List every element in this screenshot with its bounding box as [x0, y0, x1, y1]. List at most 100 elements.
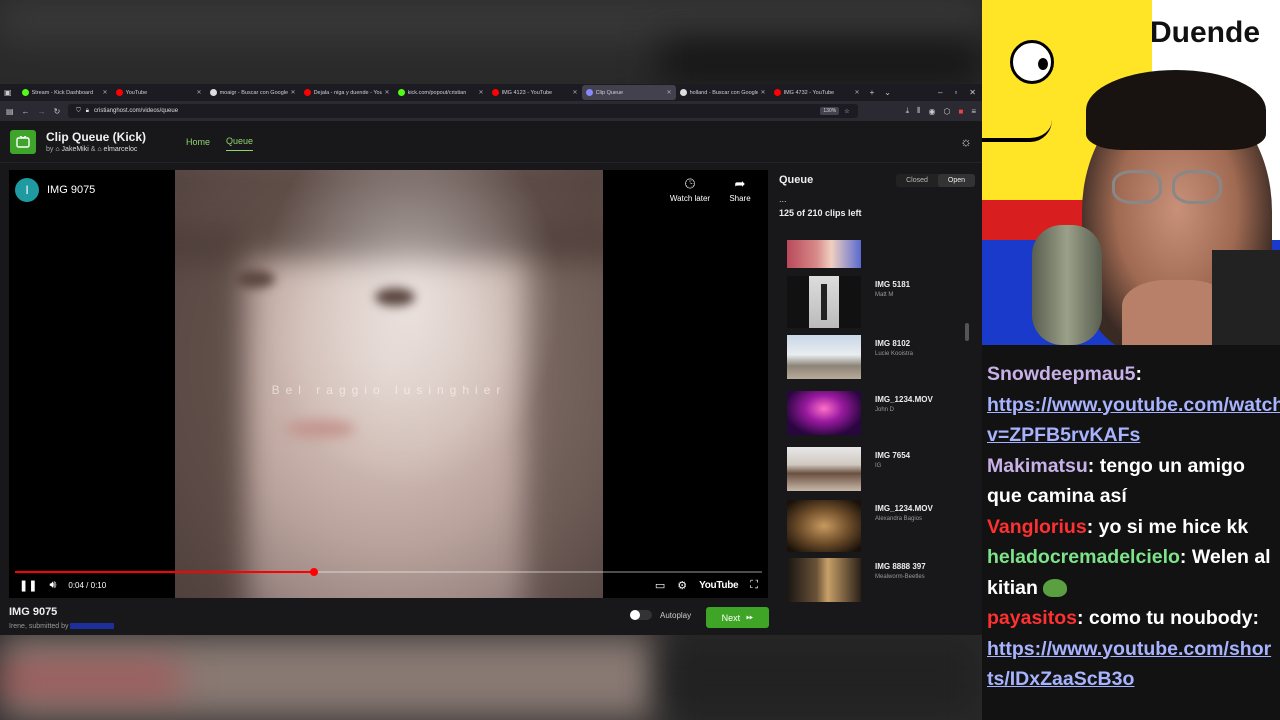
close-tab-icon[interactable]: ✕: [761, 89, 766, 96]
maximize-icon[interactable]: ▫: [954, 88, 957, 97]
download-icon[interactable]: ⤓: [906, 106, 910, 116]
new-tab-icon[interactable]: +: [870, 88, 875, 97]
shield-icon[interactable]: ⛉: [76, 108, 81, 115]
list-item[interactable]: IMG 8888 397 Mealworm-Beetles: [787, 558, 926, 602]
channel-avatar[interactable]: I: [15, 178, 39, 202]
nav-home[interactable]: Home: [186, 133, 210, 151]
list-item[interactable]: IMG 7654 IG: [787, 447, 910, 491]
chat-link[interactable]: https://www.youtube.com/shorts/IDxZaaScB…: [987, 638, 1271, 691]
close-tab-icon[interactable]: ✕: [385, 89, 390, 96]
favicon-icon: [585, 89, 593, 96]
gear-icon[interactable]: ⚙: [677, 579, 687, 592]
minimize-icon[interactable]: –: [938, 88, 942, 97]
clip-thumbnail[interactable]: [787, 335, 861, 379]
close-window-icon[interactable]: ✕: [969, 88, 976, 97]
progress-scrubber[interactable]: [309, 568, 318, 576]
close-tab-icon[interactable]: ✕: [197, 89, 202, 96]
browser-tab[interactable]: kick.com/popout/cristian ✕: [394, 85, 488, 100]
list-item[interactable]: IMG_1234.MOV Alexandra Bagios: [787, 500, 933, 552]
clip-thumbnail[interactable]: [787, 447, 861, 491]
forward-icon[interactable]: →: [38, 107, 46, 116]
fast-forward-icon: ⏩︎: [746, 612, 754, 622]
queue-panel: Queue Closed Open ... 125 of 210 clips l…: [779, 170, 975, 610]
browser-tab[interactable]: Stream - Kick Dashboard ✕: [18, 85, 112, 100]
browser-tab[interactable]: YouTube ✕: [112, 85, 206, 100]
video-player[interactable]: Bel raggio lusinghier I IMG 9075 🕒︎ Watc…: [9, 170, 768, 598]
chat-message: payasitos: como tu noubody: https://www.…: [987, 607, 1272, 691]
progress-bar[interactable]: [15, 568, 762, 576]
close-tab-icon[interactable]: ✕: [667, 89, 672, 96]
bookmark-star-icon[interactable]: ☆: [844, 108, 849, 115]
next-button[interactable]: Next ⏩︎: [706, 607, 769, 628]
youtube-logo[interactable]: YouTube: [699, 580, 739, 591]
browser-tab[interactable]: Dejala - niga y duende - YouTube✕: [300, 85, 394, 100]
close-tab-icon[interactable]: ✕: [479, 89, 484, 96]
fullscreen-icon[interactable]: ⛶: [750, 579, 758, 592]
channel-info[interactable]: I IMG 9075: [15, 178, 95, 202]
clip-thumbnail[interactable]: [787, 500, 861, 552]
browser-tab[interactable]: moaigr - Buscar con Google ✕: [206, 85, 300, 100]
autoplay-toggle[interactable]: [630, 610, 652, 620]
close-tab-icon[interactable]: ✕: [573, 89, 578, 96]
webcam-overlay: Duende: [982, 0, 1280, 345]
chevron-down-icon[interactable]: ⌄: [884, 88, 891, 97]
author-link[interactable]: ⌂ JakeMiki: [55, 146, 88, 153]
lock-icon[interactable]: 🔒︎: [86, 108, 89, 115]
favicon-icon: [679, 89, 687, 96]
list-item[interactable]: IMG_1234.MOV John D: [787, 391, 933, 435]
menu-icon[interactable]: ≡: [971, 107, 976, 116]
favicon-icon: [397, 89, 405, 96]
queue-menu-button[interactable]: ...: [779, 194, 975, 204]
list-item[interactable]: IMG 8102 Lucie Kooistra: [787, 335, 913, 379]
share-button[interactable]: ➦ Share: [713, 176, 767, 203]
clip-queue-app: Clip Queue (Kick) by ⌂ JakeMiki & ⌂ elma…: [0, 121, 982, 635]
author-link[interactable]: ⌂ elmarceloc: [97, 146, 137, 153]
browser-tab[interactable]: IMG 4732 - YouTube ✕: [770, 85, 864, 100]
list-item[interactable]: IMG 5181 Matt M: [787, 276, 910, 328]
banner-text: Duende: [1150, 16, 1261, 49]
captions-icon[interactable]: ▭: [655, 579, 665, 592]
close-tab-icon[interactable]: ✕: [291, 89, 296, 96]
nav-bar: ▤ ← → ↻ ⛉ 🔒︎ cristianghost.com/videos/qu…: [0, 101, 982, 121]
clip-thumbnail[interactable]: [787, 391, 861, 435]
queue-open-button[interactable]: Open: [937, 173, 975, 187]
extension-icon[interactable]: ■: [958, 107, 963, 116]
zoom-badge[interactable]: 130%: [820, 107, 840, 115]
chat-link[interactable]: https://www.youtube.com/watch?v=ZPFB5rvK…: [987, 394, 1280, 447]
volume-icon[interactable]: 🔊︎: [49, 579, 56, 592]
favicon-icon: [21, 89, 29, 96]
video-title[interactable]: IMG 9075: [47, 184, 95, 196]
close-tab-icon[interactable]: ✕: [855, 89, 860, 96]
pause-icon[interactable]: ❚❚: [19, 579, 37, 592]
browser-tab[interactable]: IMG 4123 - YouTube ✕: [488, 85, 582, 100]
list-item[interactable]: [787, 240, 875, 268]
extensions-icon[interactable]: ⬡: [944, 107, 951, 116]
clip-thumbnail[interactable]: [787, 276, 861, 328]
account-icon[interactable]: ◉: [929, 107, 936, 116]
clip-title: IMG 9075: [9, 606, 58, 618]
queue-list[interactable]: IMG 5181 Matt M IMG 8102 Lucie Kooistra IM…: [779, 240, 967, 610]
autoplay-control[interactable]: Autoplay: [630, 610, 691, 620]
favicon-icon: [115, 89, 123, 96]
queue-scrollbar[interactable]: [965, 323, 969, 341]
browser-tab[interactable]: holland - Buscar con Google ✕: [676, 85, 770, 100]
tab-list-icon[interactable]: ▣: [4, 88, 12, 97]
sun-icon[interactable]: ☼: [960, 134, 972, 149]
url-bar[interactable]: ⛉ 🔒︎ cristianghost.com/videos/queue 130%…: [68, 104, 858, 118]
chat-message: Snowdeepmau5: https://www.youtube.com/wa…: [987, 359, 1280, 451]
reload-icon[interactable]: ↻: [54, 107, 61, 116]
browser-tab-active[interactable]: Clip Queue ✕: [581, 85, 676, 100]
queue-closed-button[interactable]: Closed: [896, 174, 938, 187]
watch-later-button[interactable]: 🕒︎ Watch later: [663, 176, 717, 203]
app-logo-icon[interactable]: [10, 129, 36, 154]
close-tab-icon[interactable]: ✕: [103, 89, 108, 96]
clip-thumbnail[interactable]: [787, 558, 861, 602]
queue-header: Queue Closed Open: [779, 170, 975, 190]
nav-queue[interactable]: Queue: [226, 132, 254, 151]
library-icon[interactable]: ⫴: [917, 106, 920, 116]
sidebar-icon[interactable]: ▤: [6, 107, 14, 116]
back-icon[interactable]: ←: [22, 107, 30, 116]
clip-thumbnail[interactable]: [787, 240, 861, 268]
tab-strip: ▣ Stream - Kick Dashboard ✕ YouTube ✕ moai…: [0, 84, 982, 101]
pepe-emote-icon: [1043, 579, 1068, 598]
